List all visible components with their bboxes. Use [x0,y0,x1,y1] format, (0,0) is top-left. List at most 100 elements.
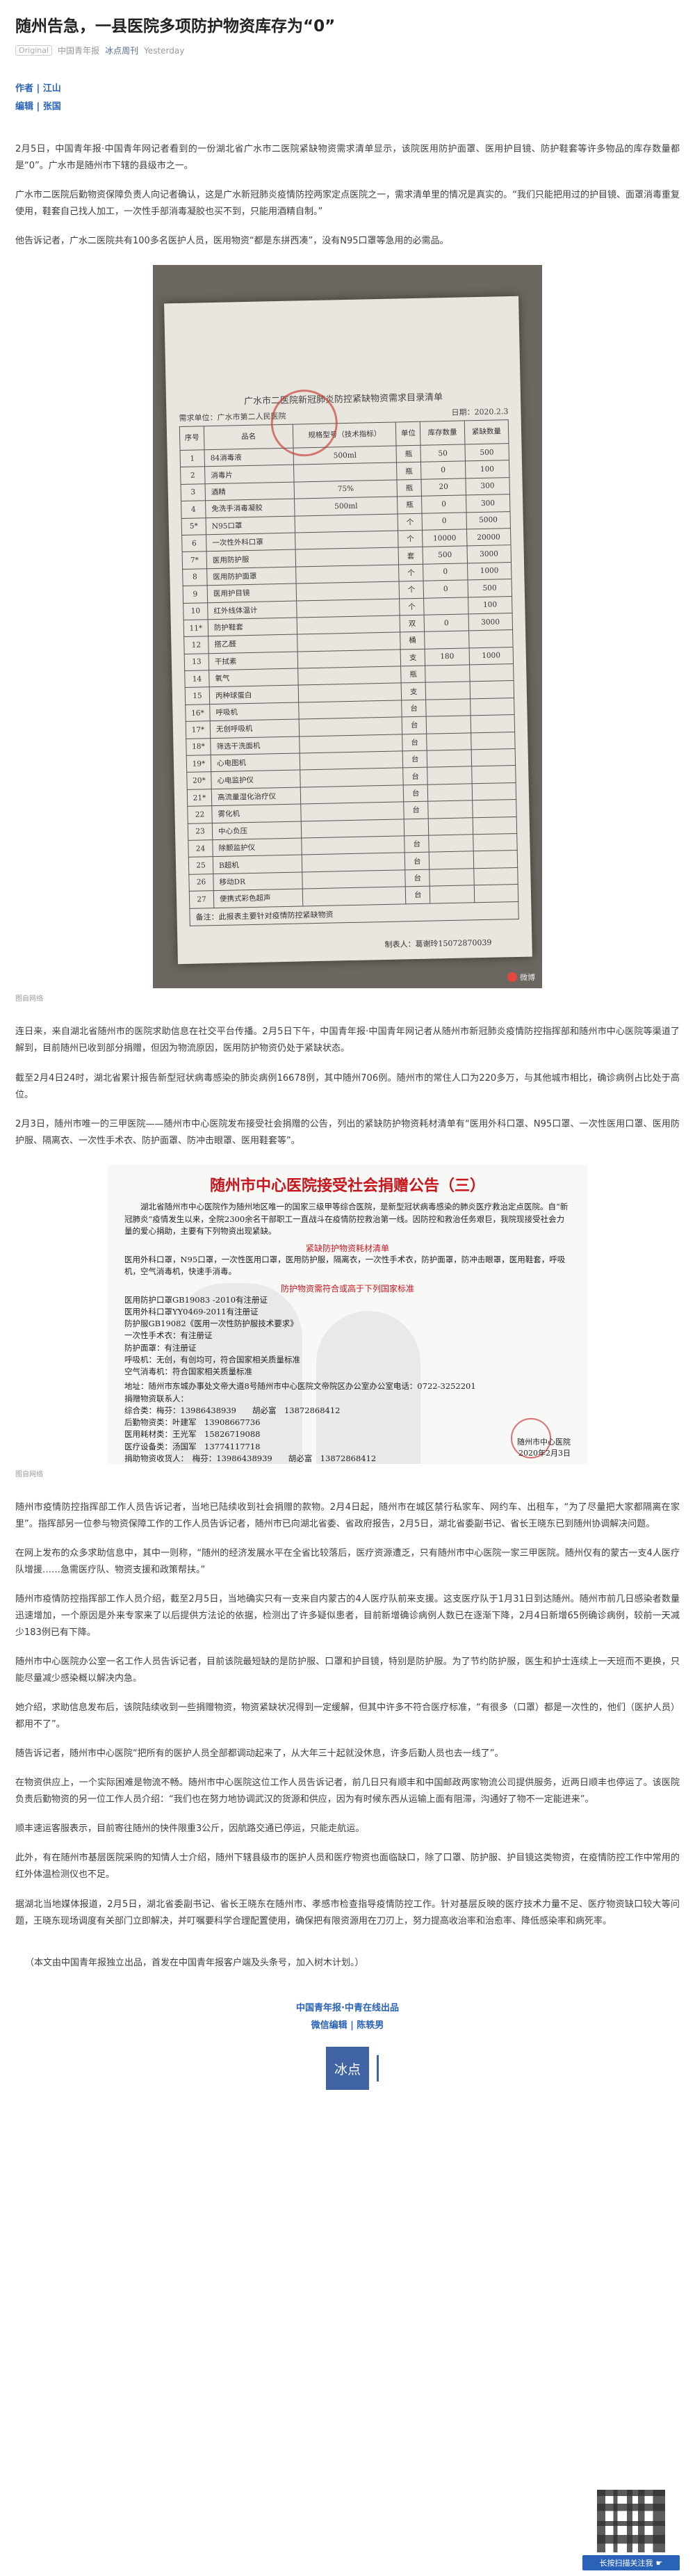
table-cell: 防护鞋套 [208,618,297,637]
table-cell [293,462,398,483]
notice-contacts: 捐赠物资联系人： 综合类：梅芬：13986438939 胡必富 13872868… [124,1393,377,1463]
table-cell: 台 [404,835,430,853]
watermark-text: 微博 [520,973,535,983]
table-cell [425,665,470,684]
table-cell: 干拭素 [208,652,298,671]
table-cell: 呼吸机 [209,702,300,722]
table-cell [471,766,516,784]
paragraph: 在物资供应上，一个实际困难是物流不畅。随州市中心医院这位工作人员告诉记者，前几日… [15,1778,680,1805]
supply-list-body: 1 84消毒液 500ml 瓶 50 500 2 消毒片瓶 0 100 3 酒精 75% 瓶 20 300 4 免… [180,444,518,909]
table-cell: 2 [180,467,206,485]
table-cell: B超机 [213,855,302,874]
table-cell [302,887,407,906]
bingdian-logo: 冰点 [326,2047,379,2091]
table-cell [426,732,471,751]
notice-shortage-heading: 紧缺防护物资耗材清单 [305,1243,389,1254]
table-cell: 19* [186,755,211,773]
table-cell [302,870,406,889]
image-caption: 图自网络 [15,1470,43,1479]
table-cell: 20 [421,478,466,497]
table-cell: 6 [181,535,207,553]
table-cell: 0 [421,495,466,514]
notice-sign-date: 2020年2月3日 [518,1449,571,1458]
table-cell [302,853,406,873]
table-cell [470,698,515,716]
table-cell [428,817,473,836]
notice-standards: 医用防护口罩GB19083 -2010有注册证 医用外科口罩YY0469-201… [124,1294,300,1377]
article-footer: 中国青年报·中青在线出品 微信编辑 | 陈轶男 [15,2000,680,2034]
paragraph: 顺丰速运客服表示，目前寄往随州的快件限重3公斤，因航路交通已停运，只能走航运。 [15,1824,365,1835]
table-cell: 台 [403,784,428,803]
table-cell [300,785,404,805]
table-cell: 10000 [422,529,467,547]
article-content: 随州告急，一县医院多项防护物资库存为“0” Original 中国青年报 冰点周… [0,0,695,2091]
table-cell [427,750,472,768]
author-line: 作者 | 江山 [15,83,61,95]
table-cell [296,581,400,601]
original-tag: Original [15,45,53,56]
table-cell: 27 [189,891,214,909]
table-cell: 0 [424,614,469,632]
weibo-icon [507,972,517,983]
table-cell: 支 [400,649,425,667]
table-cell: 300 [465,477,510,496]
follow-button[interactable]: 长按扫描关注我 ☛ [582,2555,680,2570]
table-cell: 台 [405,869,430,887]
table-cell [301,836,405,855]
table-cell: 0 [423,580,468,599]
paragraph: 据湖北当地媒体报道，2月5日，湖北省委副书记、省长王晓东在随州市、孝感市检查指导… [15,1899,680,1926]
table-cell [404,819,430,837]
table-cell: 23 [188,823,213,841]
table-cell: 桶 [400,631,425,650]
table-cell: 84消毒液 [204,448,294,467]
table-cell: 瓶 [397,496,423,514]
table-cell [471,782,516,801]
table-cell: 一次性外科口罩 [206,533,296,552]
table-cell: 瓶 [397,479,422,497]
table-cell [430,868,474,887]
table-cell: 500 [467,579,512,597]
table-cell: 雾化机 [211,804,302,823]
paragraph: 2月5日，中国青年报·中国青年网记者看到的一份湖北省广水市二医院紧缺物资需求清单… [15,144,680,172]
table-cell: 个 [398,513,423,531]
table-cell: 个 [399,598,425,616]
table-cell: 50 [420,444,466,463]
table-cell [298,683,402,703]
table-cell: 7* [182,552,207,570]
paragraph: 随州市疫情防控指挥部工作人员告诉记者，当地已陆续收到社会捐赠的款物。2月4日起，… [15,1502,680,1529]
table-cell [300,768,404,788]
supply-list-sheet: 广水市二医院新冠肺炎防控紧缺物资需求目录清单 需求单位：广水市第二人民医院 日期… [164,296,532,965]
table-cell: 100 [465,460,509,479]
table-cell: 500 [464,444,509,462]
table-cell: 搭乙醛 [208,634,298,654]
table-cell [468,630,514,648]
table-cell [469,681,514,700]
table-cell: 500ml [294,497,398,517]
table-cell: 瓶 [396,445,421,463]
follow-button-label: 长按扫描关注我 [599,2559,653,2568]
table-cell [425,682,471,700]
table-cell: 22 [187,806,213,824]
account-link[interactable]: 冰点周刊 [105,45,138,56]
donation-notice-image[interactable]: 随州市中心医院接受社会捐赠公告（三） 湖北省随州市中心医院作为随州地区唯一的国家… [108,1164,587,1464]
table-cell: 18* [186,738,211,756]
paragraph: 她介绍，求助信息发布后，该院陆续收到一些捐赠物资，物资紧缺状况得到一定缓解，但其… [15,1702,680,1730]
table-cell [295,547,399,567]
table-cell [301,819,404,839]
qr-code-block[interactable]: 长按扫描关注我 ☛ [582,2490,680,2570]
table-cell: 21* [187,789,212,807]
paragraph: 他告诉记者，广水二医院共有100多名医护人员，医用物资“都是东拼西凑”，没有N9… [15,236,449,247]
table-cell: 无创呼吸机 [210,719,300,739]
table-cell: 1000 [468,647,514,666]
table-cell [469,664,514,682]
notice-address: 地址：随州市东城办事处文帝大道8号随州市中心医院文帝院区办公室办公室电话：072… [124,1381,476,1392]
supply-list-photo[interactable]: 广水市二医院新冠肺炎防控紧缺物资需求目录清单 需求单位：广水市第二人民医院 日期… [153,265,542,989]
table-cell: 1000 [467,562,512,581]
table-cell: 心电图机 [211,753,300,773]
table-cell [297,632,401,652]
table-cell: 300 [466,494,510,513]
table-cell [471,732,516,750]
table-cell: 5* [181,517,206,536]
table-cell: 中心负压 [212,821,302,841]
table-cell: 双 [400,615,425,633]
